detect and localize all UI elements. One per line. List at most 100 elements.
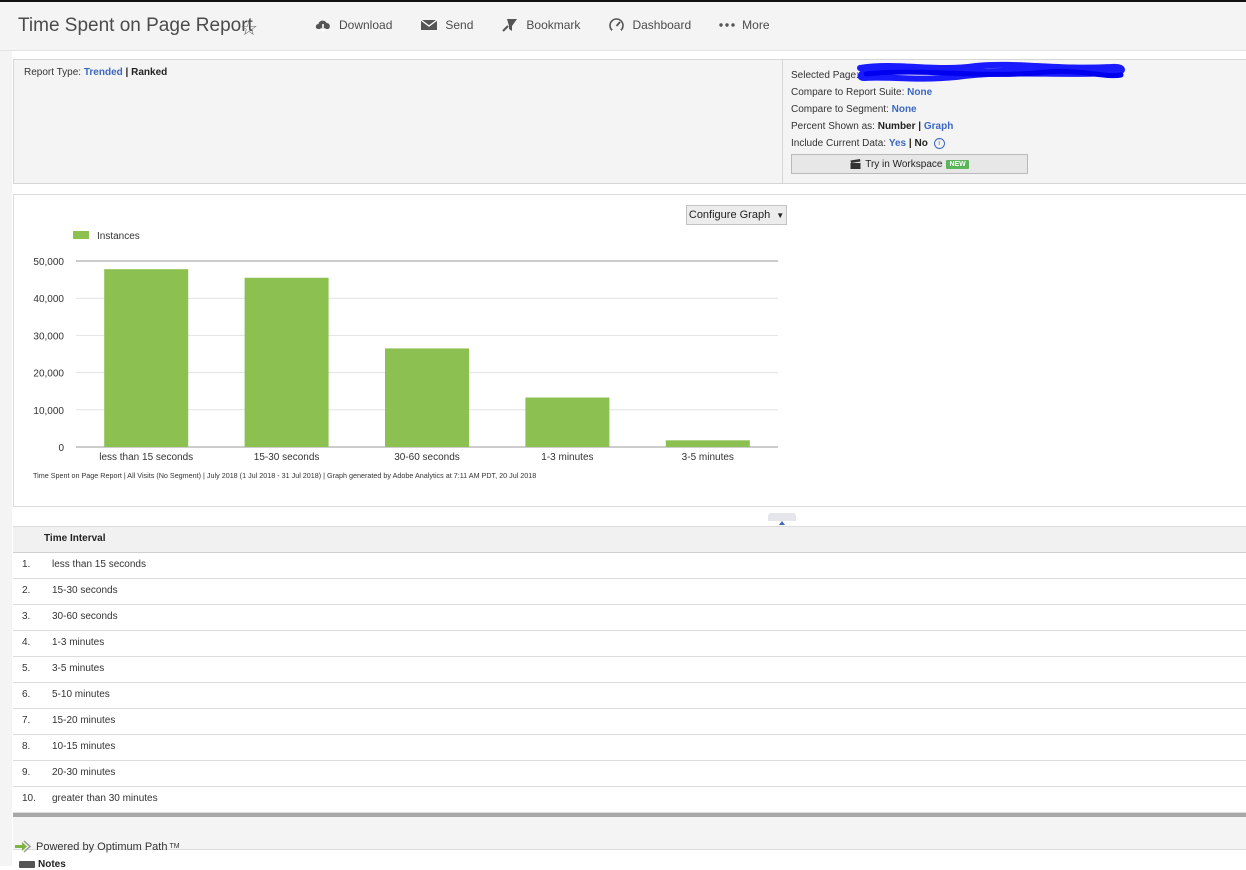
include-separator: | <box>908 138 912 149</box>
y-tick-label: 30,000 <box>33 331 64 342</box>
settings-divider <box>782 60 783 184</box>
graph-panel: Instances 0 10,000 20,000 30,000 40,000 50,000… <box>13 194 1246 507</box>
table-row[interactable]: 7. 15-20 minutes <box>13 709 1246 735</box>
row-label: 3-5 minutes <box>52 663 105 674</box>
send-label: Send <box>445 18 474 32</box>
y-tick-label: 10,000 <box>33 406 64 417</box>
envelope-icon <box>420 19 438 30</box>
compare-segment-link[interactable]: None <box>892 104 917 115</box>
notes-icon <box>19 861 35 868</box>
send-button[interactable]: Send <box>420 17 473 33</box>
notes-label[interactable]: Notes <box>38 859 66 870</box>
percent-label: Percent Shown as: <box>791 121 875 132</box>
data-table: Time Interval 1. less than 15 seconds 2. 15… <box>13 526 1246 850</box>
new-badge: NEW <box>946 159 969 169</box>
row-number: 5. <box>22 663 31 674</box>
download-label: Download <box>339 18 393 32</box>
powered-by-label: Powered by Optimum Path <box>36 840 168 853</box>
row-label: 20-30 minutes <box>52 767 116 778</box>
bar <box>385 348 469 447</box>
compare-suite-label: Compare to Report Suite: <box>791 87 905 98</box>
separator: | <box>125 67 129 78</box>
y-tick-label: 0 <box>58 443 64 454</box>
more-dots-icon <box>719 23 735 27</box>
column-header-time-interval[interactable]: Time Interval <box>13 526 1246 553</box>
collapse-graph-toggle[interactable] <box>768 513 796 525</box>
bar <box>665 440 750 447</box>
compare-suite-link[interactable]: None <box>907 87 932 98</box>
percent-number-option: Number <box>877 121 916 132</box>
configure-graph-label: Configure Graph <box>688 209 771 221</box>
bookmark-label: Bookmark <box>526 18 581 32</box>
bookmark-icon <box>502 19 518 32</box>
bar-chart: Instances 0 10,000 20,000 30,000 40,000 50,000… <box>33 231 778 480</box>
percent-graph-link[interactable]: Graph <box>924 121 953 132</box>
caret-down-icon: ▼ <box>776 210 785 220</box>
row-number: 9. <box>22 767 31 778</box>
powered-by: Powered by Optimum Path TM <box>14 840 180 853</box>
more-label: More <box>742 18 770 32</box>
clapperboard-icon <box>850 159 861 169</box>
table-row[interactable]: 9. 20-30 minutes <box>13 761 1246 787</box>
arrows-logo-icon <box>15 840 31 853</box>
table-row[interactable]: 5. 3-5 minutes <box>13 657 1246 683</box>
table-row[interactable]: 3. 30-60 seconds <box>13 605 1246 631</box>
row-number: 7. <box>22 715 31 726</box>
table-row[interactable]: 2. 15-30 seconds <box>13 579 1246 605</box>
x-tick-label: 30-60 seconds <box>394 452 460 463</box>
try-in-workspace-button[interactable]: Try in Workspace NEW <box>791 154 1028 174</box>
table-body: 1. less than 15 seconds 2. 15-30 seconds 3. 3… <box>13 553 1246 813</box>
y-tick-label: 40,000 <box>33 294 64 305</box>
graph-caption: Time Spent on Page Report | All Visits (… <box>33 471 536 480</box>
row-label: 5-10 minutes <box>52 689 110 700</box>
star-icon[interactable]: ☆ <box>240 16 258 41</box>
table-row[interactable]: 6. 5-10 minutes <box>13 683 1246 709</box>
x-tick-label: 3-5 minutes <box>682 452 734 463</box>
dashboard-label: Dashboard <box>632 18 692 32</box>
row-label: 15-30 seconds <box>52 585 118 596</box>
include-yes-link[interactable]: Yes <box>889 138 906 149</box>
report-header: Time Spent on Page Report ☆ Download Sen… <box>0 2 1246 51</box>
x-tick-label: 1-3 minutes <box>541 452 593 463</box>
report-title: Time Spent on Page Report <box>18 15 253 36</box>
trended-link[interactable]: Trended <box>84 67 123 78</box>
row-label: 10-15 minutes <box>52 741 116 752</box>
x-tick-label: less than 15 seconds <box>99 452 193 463</box>
compare-segment-row: Compare to Segment: None <box>791 101 953 118</box>
row-number: 1. <box>22 559 31 570</box>
y-tick-label: 50,000 <box>33 257 64 268</box>
report-type: Report Type: Trended | Ranked <box>24 67 167 78</box>
configure-graph-button[interactable]: Configure Graph ▼ <box>686 205 787 225</box>
legend-label: Instances <box>97 231 140 242</box>
table-row[interactable]: 8. 10-15 minutes <box>13 735 1246 761</box>
row-label: 1-3 minutes <box>52 637 105 648</box>
legend-swatch <box>73 231 89 239</box>
bar <box>525 397 610 447</box>
report-type-label: Report Type: <box>24 67 82 78</box>
table-row[interactable]: 10. greater than 30 minutes <box>13 787 1246 813</box>
report-settings-panel: Report Type: Trended | Ranked Selected P… <box>13 59 1246 184</box>
include-current-row: Include Current Data: Yes | No i <box>791 135 953 152</box>
redaction-scribble <box>857 61 1125 82</box>
row-number: 2. <box>22 585 31 596</box>
report-toolbar: Download Send Bookmark Dashboard More <box>314 17 798 33</box>
table-row[interactable]: 1. less than 15 seconds <box>13 553 1246 579</box>
bookmark-button[interactable]: Bookmark <box>501 17 580 33</box>
y-tick-label: 20,000 <box>33 369 64 380</box>
workspace-button-label: Try in Workspace <box>865 158 943 170</box>
bar <box>104 269 189 447</box>
dashboard-button[interactable]: Dashboard <box>608 17 691 33</box>
row-label: greater than 30 minutes <box>52 793 158 804</box>
compare-segment-label: Compare to Segment: <box>791 104 889 115</box>
include-no-option: No <box>914 138 928 149</box>
download-button[interactable]: Download <box>314 17 392 33</box>
table-footer <box>13 817 1246 850</box>
row-number: 6. <box>22 689 31 700</box>
trademark: TM <box>169 843 180 850</box>
compare-suite-row: Compare to Report Suite: None <box>791 84 953 101</box>
more-button[interactable]: More <box>719 17 770 33</box>
info-icon[interactable]: i <box>933 137 945 149</box>
gauge-icon <box>609 18 625 33</box>
table-row[interactable]: 4. 1-3 minutes <box>13 631 1246 657</box>
left-gutter <box>0 50 12 866</box>
